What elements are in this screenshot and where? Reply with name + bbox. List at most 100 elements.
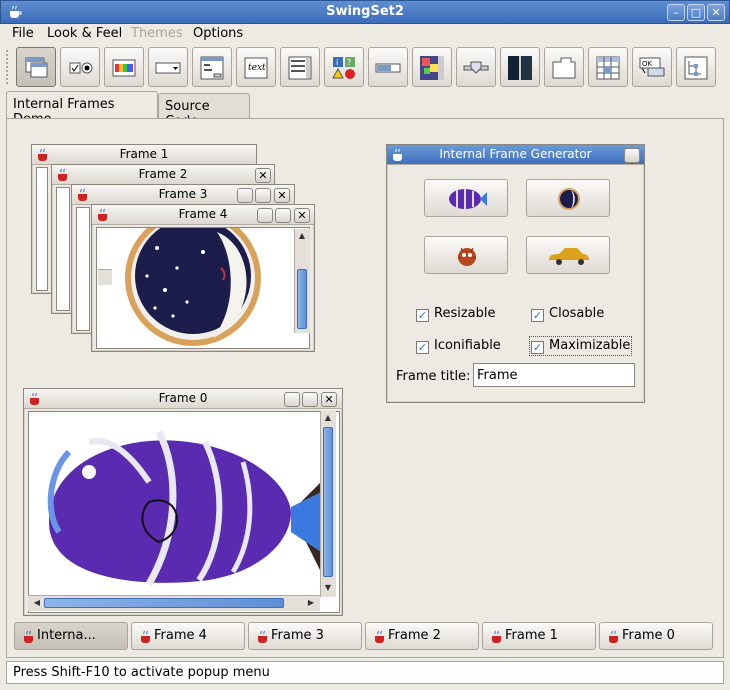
- window-title: SwingSet2: [326, 4, 404, 19]
- taskbar-button-frame-2[interactable]: Frame 2: [365, 622, 479, 650]
- taskbar-button-internal-frame-generator[interactable]: Interna...: [14, 622, 128, 650]
- frame-0-horizontal-scrollbar[interactable]: ◀ ▶: [28, 595, 320, 611]
- bug-icon: [458, 247, 476, 266]
- java-cup-icon: [30, 392, 39, 405]
- toolbar-grip[interactable]: [6, 50, 10, 84]
- java-cup-icon: [258, 630, 267, 643]
- close-icon[interactable]: ✕: [707, 4, 725, 21]
- checkbox-radio-icon[interactable]: [60, 47, 100, 87]
- car-icon: [549, 248, 589, 265]
- minimize-icon[interactable]: [237, 188, 253, 203]
- java-cup-icon: [609, 630, 618, 643]
- scroll-right-icon[interactable]: ▶: [304, 598, 318, 607]
- frame-0-title-bar[interactable]: Frame 0 ✕: [24, 389, 342, 409]
- close-icon[interactable]: ✕: [274, 188, 290, 203]
- maximize-icon[interactable]: [302, 392, 318, 407]
- create-bug-frame-button[interactable]: [424, 236, 508, 274]
- frame-2-title-bar[interactable]: Frame 2 ✕: [52, 165, 274, 185]
- svg-text:?: ?: [347, 58, 351, 67]
- scroll-down-icon[interactable]: ▼: [321, 583, 335, 592]
- taskbar-button-frame-3[interactable]: Frame 3: [248, 622, 362, 650]
- frame-title-label: Frame title:: [396, 369, 471, 384]
- option-pane-icon[interactable]: i?: [324, 47, 364, 87]
- frame-4-vertical-scrollbar[interactable]: ▲: [294, 229, 310, 333]
- tree-icon[interactable]: [676, 47, 716, 87]
- menu-options[interactable]: Options: [193, 26, 243, 41]
- moon-icon: [558, 188, 580, 210]
- internal-frames-demo-icon[interactable]: [16, 47, 56, 87]
- java-cup-icon: [492, 630, 501, 643]
- frame-0-title: Frame 0: [158, 391, 208, 405]
- frame-4-content: [96, 227, 310, 349]
- status-bar: Press Shift-F10 to activate popup menu: [6, 661, 724, 684]
- fish-image: [47, 430, 321, 586]
- demo-toolbar: text i? OK: [0, 44, 730, 90]
- taskbar-button-frame-1[interactable]: Frame 1: [482, 622, 596, 650]
- combobox-icon[interactable]: [148, 47, 188, 87]
- iconifiable-checkbox[interactable]: ✓ Iconifiable: [416, 338, 501, 354]
- progress-bar-icon[interactable]: [368, 47, 408, 87]
- internal-frame-4[interactable]: Frame 4 ✕ ▲: [91, 204, 315, 352]
- scroll-pane-icon[interactable]: [412, 47, 452, 87]
- maximizable-label: Maximizable: [549, 338, 631, 353]
- frame-title-input[interactable]: [473, 363, 635, 387]
- scroll-up-icon[interactable]: ▲: [295, 231, 309, 240]
- maximize-icon[interactable]: □: [687, 4, 705, 21]
- taskbar-label: Frame 3: [271, 628, 324, 643]
- internal-frame-0[interactable]: Frame 0 ✕ ▲ ▼ ◀ ▶: [23, 388, 343, 616]
- maximize-icon[interactable]: [624, 148, 640, 163]
- tab-source-code[interactable]: Source Code: [158, 93, 250, 129]
- create-fish-frame-button[interactable]: [424, 179, 508, 217]
- close-icon[interactable]: ✕: [255, 168, 271, 183]
- taskbar-label: Interna...: [37, 628, 96, 643]
- maximizable-checkbox[interactable]: ✓ Maximizable: [528, 336, 633, 356]
- split-pane-icon[interactable]: [500, 47, 540, 87]
- checkbox-checked-icon: ✓: [531, 341, 544, 354]
- minimize-icon[interactable]: [284, 392, 300, 407]
- scroll-thumb[interactable]: [323, 427, 333, 577]
- checkbox-checked-icon: ✓: [416, 341, 429, 354]
- dialog-icon[interactable]: [192, 47, 232, 87]
- maximize-icon[interactable]: [275, 208, 291, 223]
- menu-file[interactable]: File: [12, 26, 34, 41]
- slider-icon[interactable]: [456, 47, 496, 87]
- resizable-checkbox[interactable]: ✓ Resizable: [416, 306, 495, 322]
- closable-label: Closable: [549, 306, 605, 321]
- taskbar-label: Frame 4: [154, 628, 207, 643]
- color-chooser-icon[interactable]: [104, 47, 144, 87]
- menu-themes[interactable]: Themes: [131, 26, 183, 41]
- resizable-label: Resizable: [434, 306, 496, 321]
- tabbed-pane-icon[interactable]: [544, 47, 584, 87]
- scroll-thumb[interactable]: [44, 598, 284, 608]
- minimize-icon[interactable]: [257, 208, 273, 223]
- tab-internal-frames-demo[interactable]: Internal Frames Demo: [6, 91, 158, 127]
- close-icon[interactable]: ✕: [321, 392, 337, 407]
- create-moon-frame-button[interactable]: [526, 179, 610, 217]
- create-car-frame-button[interactable]: [526, 236, 610, 274]
- maximize-icon[interactable]: [255, 188, 271, 203]
- close-icon[interactable]: ✕: [294, 208, 310, 223]
- table-icon[interactable]: [588, 47, 628, 87]
- scroll-thumb[interactable]: [297, 269, 307, 329]
- svg-text:i: i: [336, 58, 338, 67]
- generator-title: Internal Frame Generator: [439, 147, 592, 161]
- closable-checkbox[interactable]: ✓ Closable: [531, 306, 604, 322]
- internal-frame-generator[interactable]: Internal Frame Generator ✓ Resizable ✓ Clo…: [386, 144, 645, 403]
- taskbar-label: Frame 2: [388, 628, 441, 643]
- taskbar-button-frame-0[interactable]: Frame 0: [599, 622, 713, 650]
- editor-pane-icon[interactable]: text: [236, 47, 276, 87]
- frame-4-title-bar[interactable]: Frame 4 ✕: [92, 205, 314, 225]
- window-title-bar[interactable]: SwingSet2 – □ ✕: [0, 0, 730, 24]
- frame-1-title-bar[interactable]: Frame 1: [32, 145, 256, 165]
- generator-title-bar[interactable]: Internal Frame Generator: [387, 145, 644, 165]
- list-icon[interactable]: [280, 47, 320, 87]
- taskbar-button-frame-4[interactable]: Frame 4: [131, 622, 245, 650]
- tooltip-icon[interactable]: OK: [632, 47, 672, 87]
- scroll-left-icon[interactable]: ◀: [30, 598, 44, 607]
- frame-4-horizontal-scrollbar[interactable]: [98, 269, 112, 285]
- frame-0-vertical-scrollbar[interactable]: ▲ ▼: [320, 411, 336, 597]
- scroll-up-icon[interactable]: ▲: [321, 413, 335, 422]
- menu-look-and-feel[interactable]: Look & Feel: [47, 26, 122, 41]
- minimize-icon[interactable]: –: [667, 4, 685, 21]
- frame-3-title-bar[interactable]: Frame 3 ✕: [72, 185, 294, 205]
